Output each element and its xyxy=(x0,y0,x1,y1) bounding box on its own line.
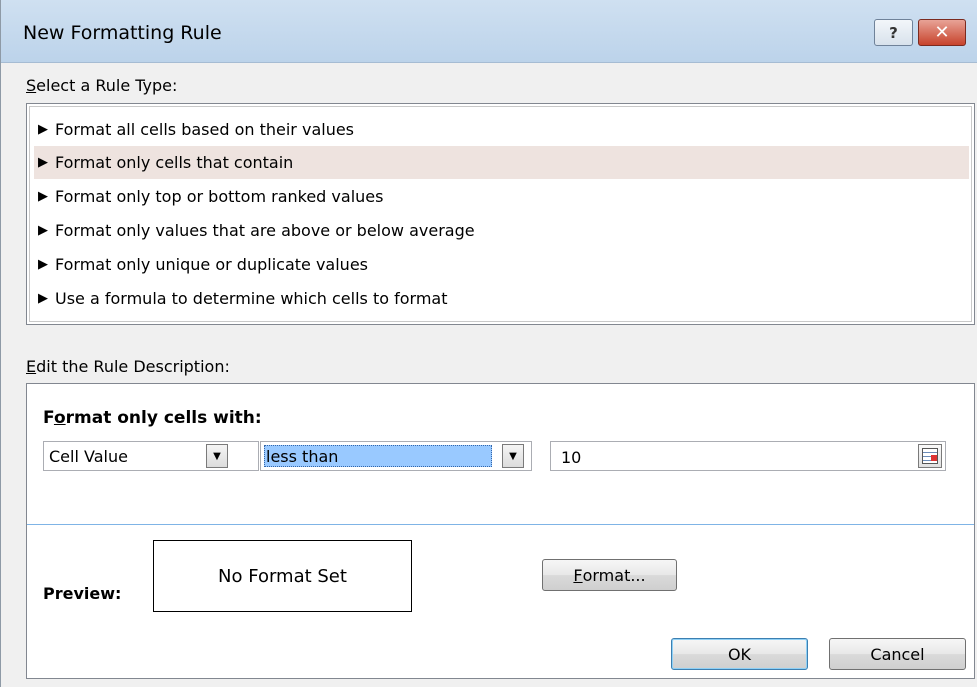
triangle-icon: ▶ xyxy=(38,291,48,306)
range-select-icon xyxy=(922,448,938,464)
help-icon: ? xyxy=(889,23,898,42)
window-title: New Formatting Rule xyxy=(23,22,222,44)
operator-dropdown[interactable]: less than ▼ xyxy=(260,441,532,471)
rule-type-list-inner: ▶ Format all cells based on their values … xyxy=(29,106,972,322)
triangle-icon: ▶ xyxy=(38,155,48,170)
title-bar[interactable]: New Formatting Rule ? ✕ xyxy=(1,0,977,63)
rule-type-list[interactable]: ▶ Format all cells based on their values … xyxy=(26,103,975,325)
close-button[interactable]: ✕ xyxy=(918,19,966,46)
close-icon: ✕ xyxy=(934,22,950,43)
rule-type-item-selected[interactable]: ▶ Format only cells that contain xyxy=(34,146,969,179)
rule-type-item[interactable]: ▶ Format all cells based on their values xyxy=(38,113,963,146)
collapse-dialog-button[interactable] xyxy=(918,444,942,468)
edit-rule-description-label: Edit the Rule Description: xyxy=(26,357,230,376)
rule-type-item[interactable]: ▶ Format only values that are above or be… xyxy=(38,214,963,247)
chevron-down-icon[interactable]: ▼ xyxy=(502,444,524,468)
format-only-cells-heading: Format only cells with: xyxy=(43,408,262,428)
value-input[interactable]: 10 xyxy=(550,441,946,471)
chevron-down-icon[interactable]: ▼ xyxy=(206,444,228,468)
rule-type-item[interactable]: ▶ Format only unique or duplicate values xyxy=(38,248,963,281)
format-button[interactable]: Format... xyxy=(542,559,677,591)
triangle-icon: ▶ xyxy=(38,257,48,272)
ok-button[interactable]: OK xyxy=(671,638,808,670)
rule-type-item[interactable]: ▶ Use a formula to determine which cells … xyxy=(38,282,963,315)
select-rule-type-label: Select a Rule Type: xyxy=(26,76,178,95)
section-divider xyxy=(27,524,974,525)
triangle-icon: ▶ xyxy=(38,223,48,238)
condition-type-dropdown[interactable]: Cell Value ▼ xyxy=(43,441,259,471)
rule-description-panel: Format only cells with: Cell Value ▼ les… xyxy=(26,383,975,679)
new-formatting-rule-dialog: New Formatting Rule ? ✕ Select a Rule Ty… xyxy=(0,0,977,687)
preview-box: No Format Set xyxy=(153,540,412,612)
triangle-icon: ▶ xyxy=(38,189,48,204)
help-button[interactable]: ? xyxy=(874,19,913,46)
rule-type-item[interactable]: ▶ Format only top or bottom ranked values xyxy=(38,180,963,213)
preview-label: Preview: xyxy=(43,584,122,603)
triangle-icon: ▶ xyxy=(38,122,48,137)
preview-text: No Format Set xyxy=(218,565,347,587)
cancel-button[interactable]: Cancel xyxy=(829,638,966,670)
